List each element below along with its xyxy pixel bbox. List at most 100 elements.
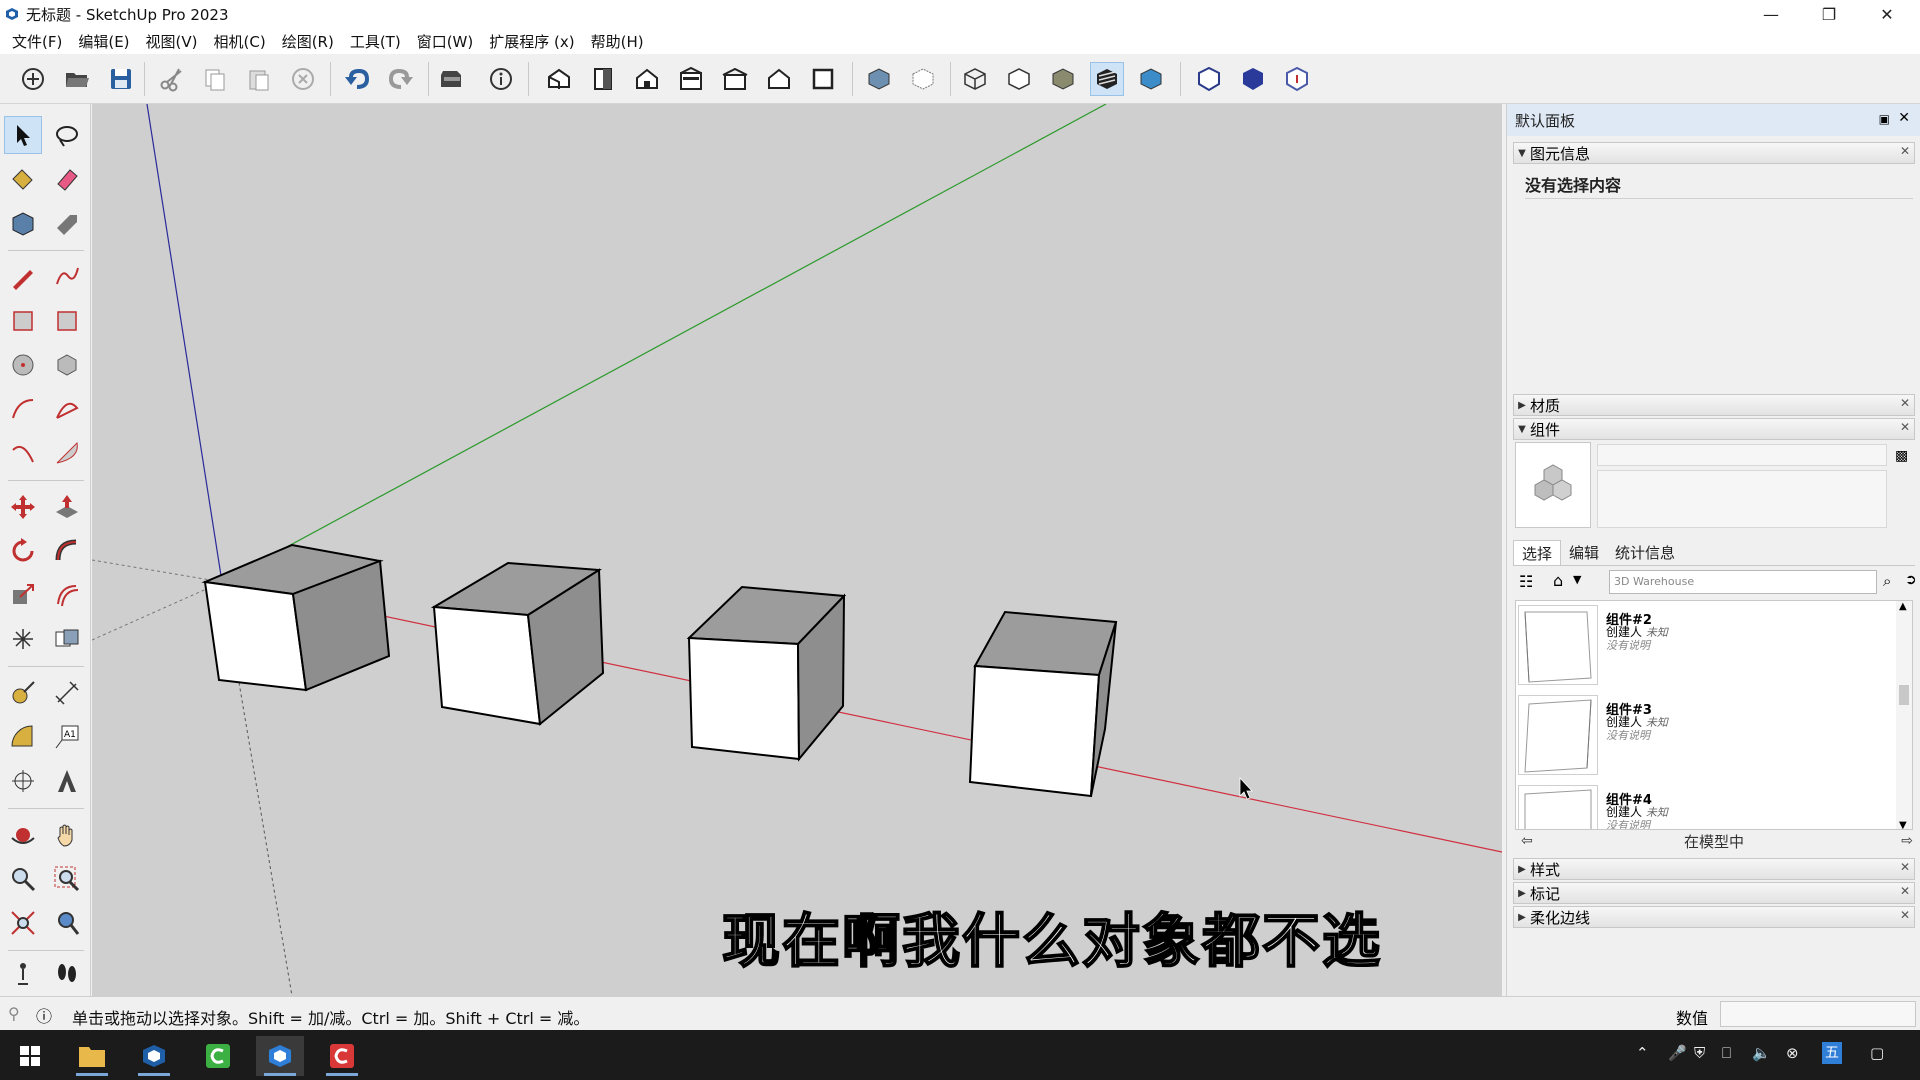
- erase-button[interactable]: [286, 62, 320, 96]
- scroll-down-icon[interactable]: ▼: [1899, 820, 1907, 829]
- new-button[interactable]: [16, 62, 50, 96]
- orbit-tool[interactable]: [4, 816, 42, 854]
- start-button[interactable]: [6, 1036, 54, 1076]
- section-close-icon[interactable]: ✕: [1900, 884, 1910, 898]
- menu-window[interactable]: 窗口(W): [409, 31, 482, 52]
- iso-view-button[interactable]: [542, 62, 576, 96]
- soften-edges-header[interactable]: ▶ 柔化边线 ✕: [1513, 906, 1915, 928]
- position-camera-tool[interactable]: [4, 954, 42, 992]
- view-options-icon[interactable]: ☷: [1519, 572, 1533, 591]
- print-button[interactable]: [434, 62, 468, 96]
- zoom-tool[interactable]: [4, 860, 42, 898]
- push-pull-tool[interactable]: [48, 488, 86, 526]
- protractor-tool[interactable]: [4, 718, 42, 756]
- tray-close-icon[interactable]: ✕: [1898, 110, 1910, 126]
- restore-button[interactable]: ❐: [1800, 0, 1858, 28]
- walk-tool[interactable]: [48, 954, 86, 992]
- xray-button[interactable]: [862, 62, 896, 96]
- forward-arrow-icon[interactable]: ⇨: [1901, 833, 1913, 849]
- monochrome-button[interactable]: [1134, 62, 1168, 96]
- redo-button[interactable]: [384, 62, 418, 96]
- list-item[interactable]: 组件#4 创建人 未知 没有说明: [1516, 781, 1896, 829]
- model-viewport[interactable]: 现在啊我什么对象都不选: [92, 104, 1502, 996]
- undo-button[interactable]: [340, 62, 374, 96]
- geolocation-icon[interactable]: ⚲: [8, 1004, 20, 1023]
- three-point-arc-tool[interactable]: [4, 434, 42, 472]
- cube-3[interactable]: [686, 585, 847, 762]
- zoom-window-tool[interactable]: [48, 860, 86, 898]
- tab-statistics[interactable]: 统计信息: [1607, 540, 1683, 565]
- pin-icon[interactable]: ▣: [1879, 112, 1890, 126]
- arc-tool[interactable]: [4, 390, 42, 428]
- shaded-textures-button[interactable]: [1090, 62, 1124, 96]
- zoom-extents-tool[interactable]: [4, 904, 42, 942]
- rotated-rectangle-tool[interactable]: [48, 302, 86, 340]
- offset-tool[interactable]: [48, 576, 86, 614]
- tape-measure-tool[interactable]: [4, 674, 42, 712]
- list-item[interactable]: 组件#3 创建人 未知 没有说明: [1516, 691, 1896, 777]
- network-icon[interactable]: ⎕: [1722, 1044, 1731, 1062]
- component-description-field[interactable]: [1597, 470, 1887, 528]
- 3d-text-tool[interactable]: [48, 762, 86, 800]
- rotate-tool[interactable]: [4, 532, 42, 570]
- paste-button[interactable]: [242, 62, 276, 96]
- shield-icon[interactable]: ⛨: [1694, 1044, 1705, 1062]
- outer-shell-tool[interactable]: [48, 620, 86, 658]
- move-tool[interactable]: [4, 488, 42, 526]
- axes-tool[interactable]: [4, 762, 42, 800]
- previous-view-tool[interactable]: [48, 904, 86, 942]
- entity-info-header[interactable]: ▼ 图元信息 ✕: [1513, 142, 1915, 164]
- menu-view[interactable]: 视图(V): [138, 31, 206, 52]
- section-close-icon[interactable]: ✕: [1900, 908, 1910, 922]
- volume-icon[interactable]: 🔈: [1752, 1044, 1771, 1062]
- lasso-tool[interactable]: [48, 116, 86, 154]
- menu-file[interactable]: 文件(F): [4, 31, 70, 52]
- taskbar-camtasia-green[interactable]: [194, 1036, 242, 1076]
- explode-tool[interactable]: [4, 620, 42, 658]
- taskbar-camtasia-red[interactable]: [318, 1036, 366, 1076]
- close-button[interactable]: ✕: [1858, 0, 1916, 28]
- navigation-dropdown-icon[interactable]: ▼: [1573, 573, 1581, 586]
- text-tool[interactable]: A1: [48, 718, 86, 756]
- materials-header[interactable]: ▶ 材质 ✕: [1513, 394, 1915, 416]
- dimension-tool[interactable]: [48, 674, 86, 712]
- section-close-icon[interactable]: ✕: [1900, 144, 1910, 158]
- menu-extensions[interactable]: 扩展程序 (x): [481, 31, 582, 52]
- pie-tool[interactable]: [48, 434, 86, 472]
- menu-camera[interactable]: 相机(C): [206, 31, 274, 52]
- minimize-button[interactable]: —: [1742, 0, 1800, 28]
- follow-me-tool[interactable]: [48, 532, 86, 570]
- tag-tool[interactable]: [48, 204, 86, 242]
- 3d-warehouse-button[interactable]: [1192, 62, 1226, 96]
- menu-edit[interactable]: 编辑(E): [70, 31, 137, 52]
- menu-tools[interactable]: 工具(T): [342, 31, 409, 52]
- component-details-icon[interactable]: ▩: [1895, 448, 1908, 464]
- rectangle-tool[interactable]: [4, 302, 42, 340]
- select-tool[interactable]: [4, 116, 42, 154]
- taskbar-sketchup-active[interactable]: [256, 1036, 304, 1076]
- line-tool[interactable]: [4, 258, 42, 296]
- right-view-button[interactable]: [674, 62, 708, 96]
- left-view-button[interactable]: [762, 62, 796, 96]
- menu-draw[interactable]: 绘图(R): [274, 31, 342, 52]
- taskbar-file-explorer[interactable]: [68, 1036, 116, 1076]
- menu-help[interactable]: 帮助(H): [583, 31, 652, 52]
- taskbar-sketchup-viewer[interactable]: [130, 1036, 178, 1076]
- tray-overflow-icon[interactable]: ⌃: [1636, 1044, 1649, 1062]
- top-view-button[interactable]: [586, 62, 620, 96]
- tab-select[interactable]: 选择: [1513, 540, 1562, 565]
- scroll-thumb[interactable]: [1899, 685, 1909, 705]
- close-circle-icon[interactable]: ⊗: [1786, 1044, 1799, 1062]
- model-info-button[interactable]: [484, 62, 518, 96]
- search-icon[interactable]: ⌕: [1883, 572, 1891, 590]
- section-close-icon[interactable]: ✕: [1900, 396, 1910, 410]
- tab-edit[interactable]: 编辑: [1561, 540, 1607, 565]
- component-tool[interactable]: [4, 204, 42, 242]
- instructor-info-icon[interactable]: ⓘ: [36, 1003, 52, 1027]
- pan-tool[interactable]: [48, 816, 86, 854]
- warehouse-search-input[interactable]: 3D Warehouse: [1609, 570, 1877, 594]
- measurements-input[interactable]: [1720, 1001, 1916, 1027]
- eraser-tool[interactable]: [48, 160, 86, 198]
- shaded-button[interactable]: [1046, 62, 1080, 96]
- input-method-icon[interactable]: 五: [1822, 1042, 1842, 1064]
